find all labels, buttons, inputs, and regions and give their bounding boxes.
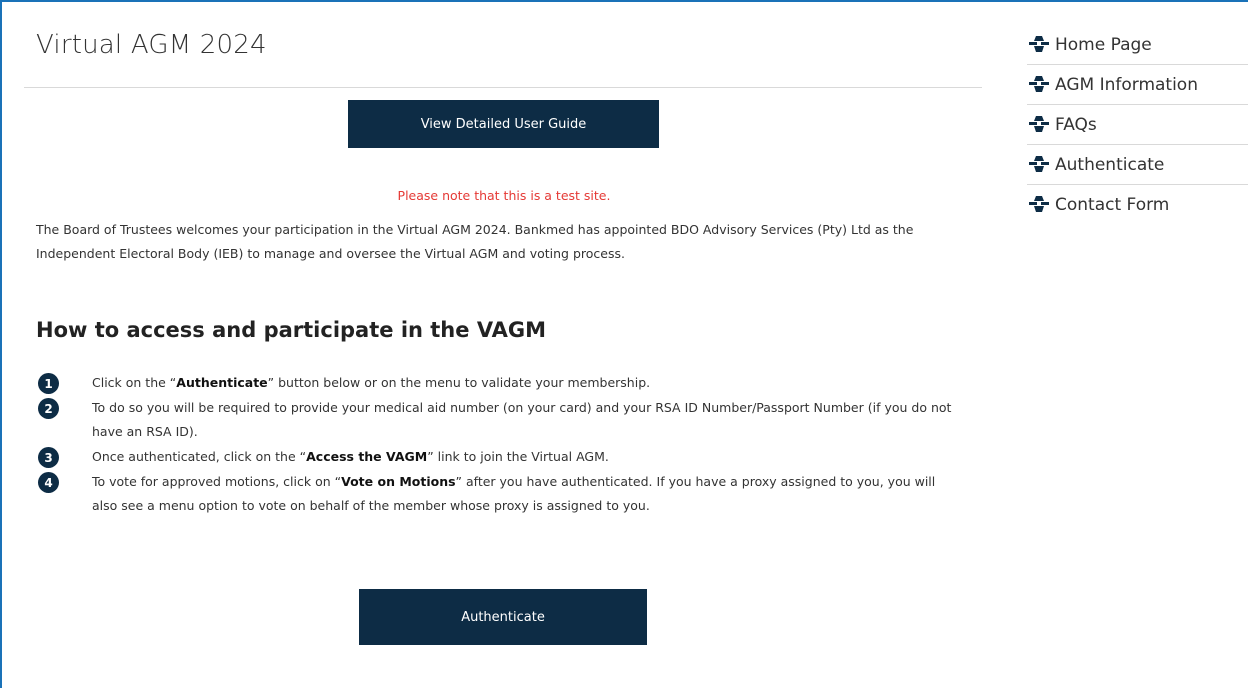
sidebar-item-contact-form[interactable]: Contact Form bbox=[1027, 185, 1248, 225]
view-user-guide-button[interactable]: View Detailed User Guide bbox=[348, 100, 659, 148]
title-divider bbox=[24, 87, 982, 88]
step-keyword: Vote on Motions bbox=[341, 474, 456, 489]
step-item: 3 Once authenticated, click on the “Acce… bbox=[38, 445, 958, 469]
step-item: 2 To do so you will be required to provi… bbox=[38, 396, 958, 444]
step-number-2-icon: 2 bbox=[38, 398, 59, 419]
sidebar-item-label: AGM Information bbox=[1055, 74, 1198, 95]
step-text: Once authenticated, click on the “Access… bbox=[92, 449, 609, 464]
sidebar-item-authenticate[interactable]: Authenticate bbox=[1027, 145, 1248, 185]
steps-list: 1 Click on the “Authenticate” button bel… bbox=[38, 371, 958, 518]
test-site-notice: Please note that this is a test site. bbox=[397, 188, 611, 203]
step-number-1-icon: 1 bbox=[38, 373, 59, 394]
sidebar-item-agm-information[interactable]: AGM Information bbox=[1027, 65, 1248, 105]
sidebar-menu: Home Page AGM Information FAQs Authentic… bbox=[1027, 25, 1248, 225]
step-keyword: Access the VAGM bbox=[306, 449, 428, 464]
step-text: Click on the “Authenticate” button below… bbox=[92, 375, 651, 390]
step-item: 1 Click on the “Authenticate” button bel… bbox=[38, 371, 958, 395]
page-title: Virtual AGM 2024 bbox=[36, 30, 267, 60]
bankmed-cross-icon bbox=[1029, 115, 1049, 132]
bankmed-cross-icon bbox=[1029, 35, 1049, 52]
sidebar-item-label: Home Page bbox=[1055, 34, 1152, 55]
step-text: To vote for approved motions, click on “… bbox=[92, 474, 936, 513]
sidebar-item-faqs[interactable]: FAQs bbox=[1027, 105, 1248, 145]
step-text: To do so you will be required to provide… bbox=[92, 400, 952, 439]
step-number-4-icon: 4 bbox=[38, 472, 59, 493]
sidebar-item-label: FAQs bbox=[1055, 114, 1097, 135]
sidebar-item-label: Authenticate bbox=[1055, 154, 1165, 175]
step-keyword: Authenticate bbox=[176, 375, 268, 390]
section-heading: How to access and participate in the VAG… bbox=[36, 318, 547, 342]
step-item: 4 To vote for approved motions, click on… bbox=[38, 470, 958, 518]
step-number-3-icon: 3 bbox=[38, 447, 59, 468]
bankmed-cross-icon bbox=[1029, 196, 1049, 212]
welcome-text: The Board of Trustees welcomes your part… bbox=[36, 222, 914, 261]
bankmed-cross-icon bbox=[1029, 155, 1049, 172]
sidebar-item-home-page[interactable]: Home Page bbox=[1027, 25, 1248, 65]
authenticate-button[interactable]: Authenticate bbox=[359, 589, 647, 645]
sidebar-item-label: Contact Form bbox=[1055, 195, 1170, 215]
bankmed-cross-icon bbox=[1029, 75, 1049, 92]
main-content: Virtual AGM 2024 bbox=[24, 30, 982, 60]
